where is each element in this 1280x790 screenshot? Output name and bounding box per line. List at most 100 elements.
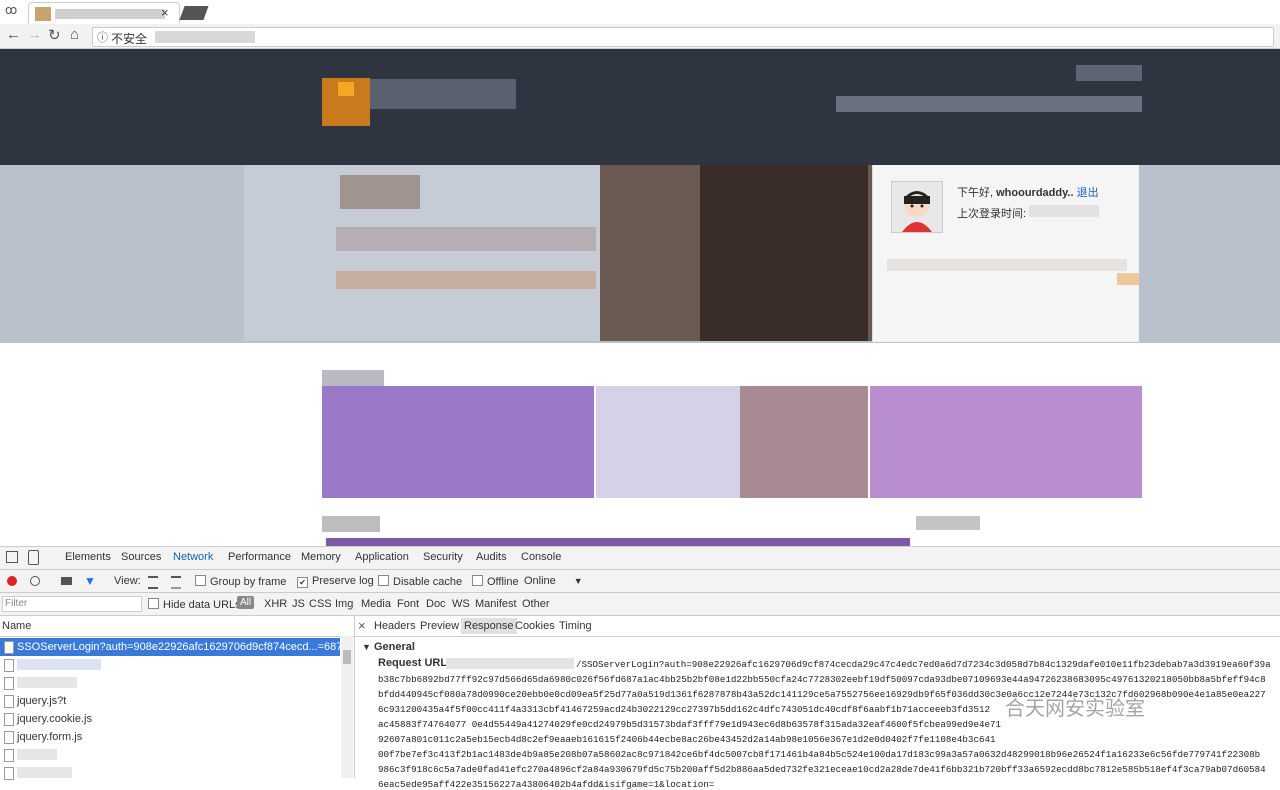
url-redacted [155,31,255,43]
preserve-log-checkbox[interactable]: ✔ Preserve log [297,575,374,588]
filter-media-button[interactable]: Media [361,598,391,610]
filter-input[interactable]: Filter [2,596,142,612]
greeting-text: 下午好, [957,187,994,199]
back-icon[interactable]: ← [6,26,21,43]
filter-icon[interactable]: ▼ [84,574,96,588]
site-name-redacted [370,79,516,109]
close-icon[interactable]: × [358,618,366,633]
watermark: 合天网安实验室 [1005,698,1145,720]
screenshot-icon[interactable] [61,577,72,585]
filter-all-button[interactable]: All [237,596,255,609]
filter-ws-button[interactable]: WS [452,598,470,610]
request-url-label: Request URL: [378,657,451,669]
detail-tabbar: × Headers Preview Response Cookies Timin… [356,616,1280,637]
filter-bar: Filter Hide data URLs All XHR JS CSS Img… [0,593,1280,616]
general-section-header[interactable]: ▼ General [362,641,415,653]
tab-application[interactable]: Application [355,551,409,563]
view-label: View: [114,575,141,587]
device-toolbar-icon[interactable] [28,550,39,565]
devtools-tabbar: Elements Sources Network Performance Mem… [0,547,1280,570]
request-row[interactable] [0,674,340,692]
tab-preview[interactable]: Preview [420,620,459,632]
request-row[interactable]: SSOServerLogin?auth=908e22926afc1629706d… [0,638,340,656]
request-list: Name SSOServerLogin?auth=908e22926afc162… [0,616,355,780]
address-bar: ← → ↻ ⌂ ⓘ 不安全 [0,24,1280,49]
inspect-element-icon[interactable] [6,551,18,563]
filter-xhr-button[interactable]: XHR [264,598,287,610]
offline-checkbox[interactable]: Offline [472,575,519,588]
game-thumbnail-1[interactable] [322,386,594,498]
request-row[interactable]: jquery.cookie.js [0,710,340,728]
throttle-select[interactable]: Online ▼ [524,575,583,587]
favicon-icon [35,7,51,21]
triangle-down-icon: ▼ [362,642,371,652]
filter-css-button[interactable]: CSS [309,598,332,610]
tab-console[interactable]: Console [521,551,561,563]
filter-js-button[interactable]: JS [292,598,305,610]
request-url-line: ac45883f74764077 0e4d55449a41274029fe0cd… [378,719,1002,730]
filter-font-button[interactable]: Font [397,598,419,610]
insecure-label: 不安全 [111,32,148,46]
request-list-scrollbar[interactable] [341,636,353,778]
site-header [0,49,1280,165]
info-icon[interactable]: ⓘ [97,29,108,45]
request-row[interactable]: jquery.js?t [0,692,340,710]
browser-tab[interactable]: × [28,2,180,25]
request-url-line: b38c7bb6892bd77ff92c97d566d65da6980c026f… [378,674,1266,685]
tab-timing[interactable]: Timing [559,620,592,632]
record-icon[interactable] [7,576,17,586]
tab-performance[interactable]: Performance [228,551,291,563]
username: whoourdaddy.. [996,187,1074,199]
tab-strip: ꝏ × [0,0,1280,25]
group-by-frame-checkbox[interactable]: Group by frame [195,575,286,588]
filter-other-button[interactable]: Other [522,598,550,610]
devtools-panel: Elements Sources Network Performance Mem… [0,546,1280,790]
request-url-line: /SSOServerLogin?auth=908e22926afc1629706… [576,659,1271,670]
hide-data-urls-checkbox[interactable]: Hide data URLs [148,598,241,611]
request-url-line: 6c931200435a4f5f00cc411f4a3313cbf4146725… [378,704,990,715]
request-url-line: 986c3f918c6c5a7ade0fad41efc270a4896cf2a8… [378,764,1266,775]
avatar [891,181,943,233]
list-view-icon[interactable] [148,576,158,589]
game-thumbnail-3[interactable] [870,386,1142,498]
tab-sources[interactable]: Sources [121,551,161,563]
tab-security[interactable]: Security [423,551,463,563]
request-row[interactable]: jquery.form.js [0,728,340,746]
tab-cookies[interactable]: Cookies [515,620,555,632]
waterfall-view-icon[interactable] [171,576,181,589]
tab-headers[interactable]: Headers [374,620,416,632]
request-row[interactable] [0,656,340,674]
tab-audits[interactable]: Audits [476,551,507,563]
panel-info-redacted [887,259,1127,271]
new-tab-button[interactable] [179,6,209,20]
name-column-header[interactable]: Name [0,616,354,637]
disable-cache-checkbox[interactable]: Disable cache [378,575,462,588]
close-tab-icon[interactable]: × [161,5,169,20]
filter-manifest-button[interactable]: Manifest [475,598,517,610]
tab-elements[interactable]: Elements [65,551,111,563]
scrollbar-thumb[interactable] [343,650,351,664]
incognito-icon: ꝏ [5,3,18,17]
tab-memory[interactable]: Memory [301,551,341,563]
tab-response[interactable]: Response [461,618,517,634]
request-row[interactable] [0,746,340,764]
request-row[interactable] [0,764,340,782]
home-icon[interactable]: ⌂ [70,26,79,43]
request-url-line: 92607a801c011c2a5eb15ecb4d8c2ef9eaaeb161… [378,734,996,745]
logout-link[interactable]: 退出 [1077,187,1099,199]
avatar-icon [902,191,932,232]
tab-network[interactable]: Network [173,551,213,563]
filter-img-button[interactable]: Img [335,598,353,610]
clear-icon[interactable] [30,576,40,586]
chevron-down-icon: ▼ [573,576,583,586]
forward-icon[interactable]: → [27,26,42,43]
network-toolbar: ▼ View: Group by frame ✔ Preserve log Dis… [0,570,1280,593]
url-input[interactable]: ⓘ 不安全 [92,27,1274,47]
last-login-value-redacted [1029,205,1099,217]
reload-icon[interactable]: ↻ [48,26,61,44]
site-nav-redacted[interactable] [836,96,1142,112]
section-title-redacted [322,370,384,386]
filter-doc-button[interactable]: Doc [426,598,446,610]
request-url-line: 6eac5ede95aff422e35156227a43806402b4afdd… [378,779,715,790]
request-url-line: 00f7be7ef3c413f2b1ac1483de4b9a85e208b07a… [378,749,1261,760]
